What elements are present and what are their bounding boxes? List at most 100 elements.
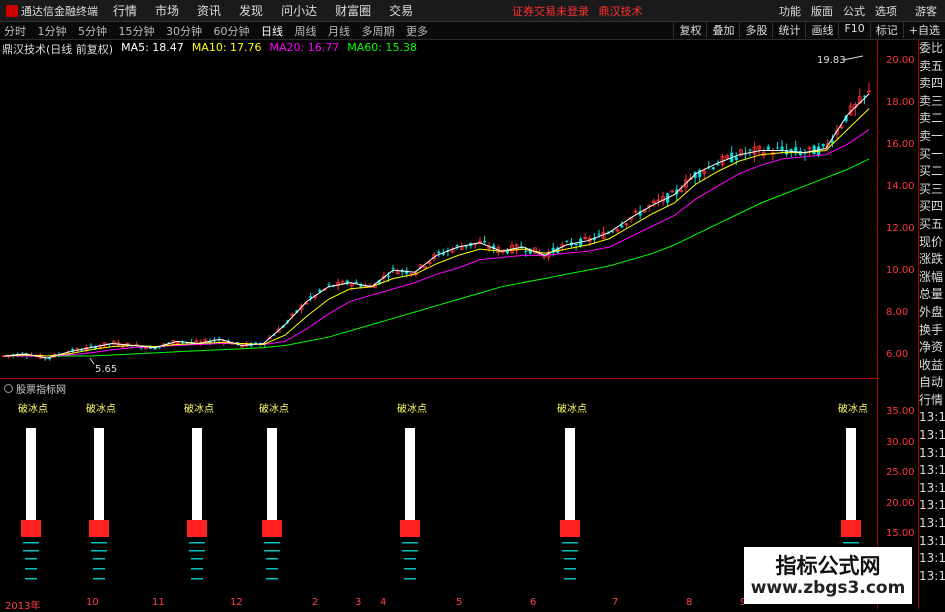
quote-panel-row[interactable]: 卖二 — [919, 110, 945, 128]
menu-function[interactable]: 功能 — [779, 3, 801, 19]
signal-tick — [189, 550, 205, 552]
period-tab-5min[interactable]: 5分钟 — [74, 25, 111, 38]
tool-f10[interactable]: F10 — [838, 22, 869, 38]
ma20-line — [4, 129, 870, 357]
candle-down — [821, 143, 825, 147]
quote-panel-row[interactable]: 卖四 — [919, 75, 945, 93]
signal-tick — [402, 550, 418, 552]
quote-panel-row[interactable]: 委比 — [919, 40, 945, 58]
menu-item-trade[interactable]: 交易 — [380, 2, 422, 19]
signal-tick — [264, 542, 280, 544]
period-tab-15min[interactable]: 15分钟 — [115, 25, 159, 38]
signal-tick — [404, 558, 416, 560]
period-toolbar: 分时 1分钟 5分钟 15分钟 30分钟 60分钟 日线 周线 月线 多周期 更… — [0, 22, 945, 40]
tool-multi-stock[interactable]: 多股 — [739, 22, 772, 38]
tool-overlay[interactable]: 叠加 — [706, 22, 739, 38]
quote-panel-row[interactable]: 13:1 — [919, 497, 945, 515]
price-axis — [877, 40, 919, 609]
menu-item-market[interactable]: 市场 — [146, 2, 188, 19]
period-tab-30min[interactable]: 30分钟 — [162, 25, 206, 38]
quote-panel-row[interactable]: 13:1 — [919, 568, 945, 586]
guest-label[interactable]: 游客 — [915, 3, 937, 19]
quote-panel-row[interactable]: 买二 — [919, 163, 945, 181]
tool-add-watchlist[interactable]: +自选 — [902, 22, 945, 38]
menu-item-discover[interactable]: 发现 — [230, 2, 272, 19]
indicator-axis-label: 20.00 — [886, 497, 915, 509]
period-tab-more[interactable]: 更多 — [402, 25, 432, 38]
quote-panel-row[interactable]: 收益 — [919, 357, 945, 375]
indicator-axis-label: 25.00 — [886, 467, 915, 478]
low-price-marker: 5.65 — [95, 364, 117, 375]
period-tab-monthly[interactable]: 月线 — [324, 25, 354, 38]
quote-panel-row[interactable]: 自动 — [919, 374, 945, 392]
quote-panel-row[interactable]: 总量 — [919, 286, 945, 304]
signal-block — [187, 520, 207, 537]
quote-panel-row[interactable]: 13:1 — [919, 462, 945, 480]
quote-panel-row[interactable]: 13:1 — [919, 550, 945, 568]
candle-down — [620, 225, 624, 228]
quote-panel-row[interactable]: 买四 — [919, 198, 945, 216]
quote-panel-row[interactable]: 买一 — [919, 146, 945, 164]
status-stock: 鼎汉技术 — [598, 5, 643, 18]
candlestick-chart[interactable]: 19.83 5.65 — [0, 52, 877, 377]
quote-panel-row[interactable]: 卖一 — [919, 128, 945, 146]
low-marker-arrow — [89, 357, 95, 365]
quote-panel-row[interactable]: 外盘 — [919, 304, 945, 322]
quote-panel-row[interactable]: 净资 — [919, 339, 945, 357]
app-title: 通达信金融终端 — [21, 4, 98, 18]
quote-panel-row[interactable]: 现价 — [919, 234, 945, 252]
date-tick: 5 — [456, 597, 463, 608]
candle-down — [455, 245, 459, 247]
quote-panel-row[interactable]: 行情 — [919, 392, 945, 410]
menu-formula[interactable]: 公式 — [843, 3, 865, 19]
quote-panel-row[interactable]: 涨跌 — [919, 251, 945, 269]
menu-options[interactable]: 选项 — [875, 3, 897, 19]
signal-tick — [843, 542, 859, 544]
candle-down — [734, 156, 738, 161]
period-tab-daily[interactable]: 日线 — [257, 25, 287, 38]
menu-item-wealth[interactable]: 财富圈 — [326, 2, 380, 19]
quote-panel-row[interactable]: 买五 — [919, 216, 945, 234]
quote-panel-row[interactable]: 13:1 — [919, 409, 945, 427]
period-tab-weekly[interactable]: 周线 — [291, 25, 321, 38]
date-tick: 8 — [686, 597, 693, 608]
quote-panel-row[interactable]: 涨幅 — [919, 269, 945, 287]
tool-stats[interactable]: 统计 — [772, 22, 805, 38]
quote-panel-row[interactable]: 13:1 — [919, 445, 945, 463]
menu-item-news[interactable]: 资讯 — [188, 2, 230, 19]
quote-panel-row[interactable]: 换手 — [919, 322, 945, 340]
signal-tick — [93, 558, 105, 560]
quote-panel-row[interactable]: 13:1 — [919, 515, 945, 533]
menu-layout[interactable]: 版面 — [811, 3, 833, 19]
period-tab-1min[interactable]: 1分钟 — [34, 25, 71, 38]
candle-down — [789, 149, 793, 151]
signal-tick — [25, 568, 37, 570]
signal-tick — [23, 542, 39, 544]
menu-item-quotes[interactable]: 行情 — [104, 2, 146, 19]
high-marker-arrow — [842, 55, 864, 61]
signal-tick — [564, 568, 576, 570]
quote-panel-row[interactable]: 卖五 — [919, 58, 945, 76]
signal-tick — [191, 578, 203, 580]
signal-tick — [23, 550, 39, 552]
date-tick: 3 — [355, 597, 362, 608]
tool-adjust[interactable]: 复权 — [673, 22, 706, 38]
signal-tick — [562, 542, 578, 544]
tool-draw[interactable]: 画线 — [805, 22, 838, 38]
quote-panel-row[interactable]: 13:1 — [919, 427, 945, 445]
candle-down — [766, 146, 770, 150]
quote-panel-row[interactable]: 卖三 — [919, 93, 945, 111]
quote-panel-row[interactable]: 13:1 — [919, 480, 945, 498]
period-tab-60min[interactable]: 60分钟 — [210, 25, 254, 38]
period-tab-multi[interactable]: 多周期 — [358, 25, 399, 38]
quote-panel-row[interactable]: 买三 — [919, 181, 945, 199]
tool-mark[interactable]: 标记 — [869, 22, 903, 38]
signal-label: 破冰点 — [259, 402, 289, 415]
price-axis-label: 12.00 — [886, 223, 915, 235]
quote-panel-row[interactable]: 13:1 — [919, 533, 945, 551]
menu-item-ask[interactable]: 问小达 — [272, 2, 326, 19]
app-logo: 通达信金融终端 — [0, 3, 104, 19]
candle-down — [565, 241, 569, 243]
ma5-line — [3, 93, 870, 359]
period-tab-intraday[interactable]: 分时 — [0, 25, 30, 38]
